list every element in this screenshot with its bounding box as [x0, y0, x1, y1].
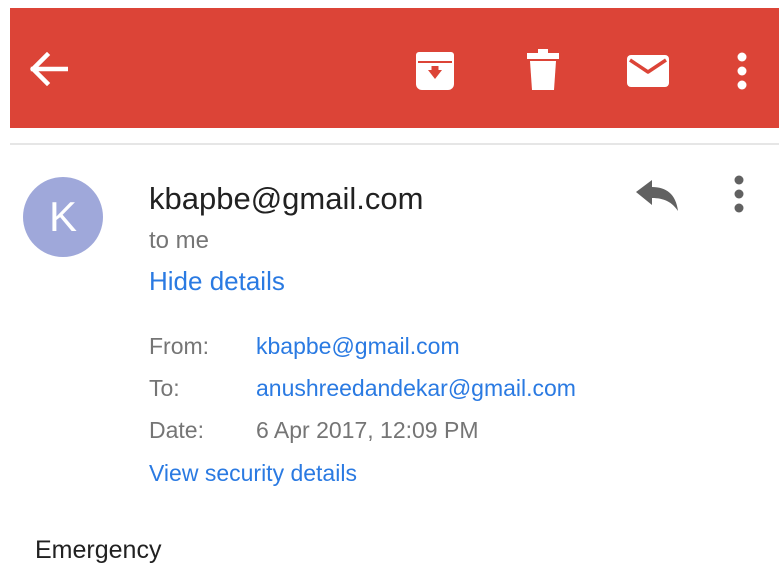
message-body: Emergency — [35, 536, 162, 564]
hide-details-link[interactable]: Hide details — [149, 265, 285, 297]
from-address-link[interactable]: kbapbe@gmail.com — [256, 332, 460, 360]
from-label: From: — [149, 333, 210, 359]
recipient-summary: to me — [149, 227, 210, 254]
delete-icon[interactable] — [526, 48, 560, 92]
sender-address: kbapbe@gmail.com — [149, 181, 424, 216]
more-vert-icon[interactable] — [736, 52, 748, 90]
archive-icon[interactable] — [415, 51, 455, 91]
email-view: K kbapbe@gmail.com to me Hide details Fr… — [0, 0, 779, 564]
date-value: 6 Apr 2017, 12:09 PM — [256, 417, 479, 443]
date-label: Date: — [149, 417, 204, 443]
to-label: To: — [149, 375, 180, 401]
to-address-link[interactable]: anushreedandekar@gmail.com — [256, 374, 576, 402]
divider — [10, 143, 779, 145]
mail-icon[interactable] — [626, 54, 670, 88]
avatar[interactable]: K — [23, 177, 103, 257]
more-vert-icon[interactable] — [733, 175, 745, 215]
view-security-details-link[interactable]: View security details — [149, 459, 357, 487]
arrow-back-icon[interactable] — [30, 52, 68, 86]
app-toolbar — [10, 8, 779, 128]
reply-icon[interactable] — [634, 178, 680, 214]
